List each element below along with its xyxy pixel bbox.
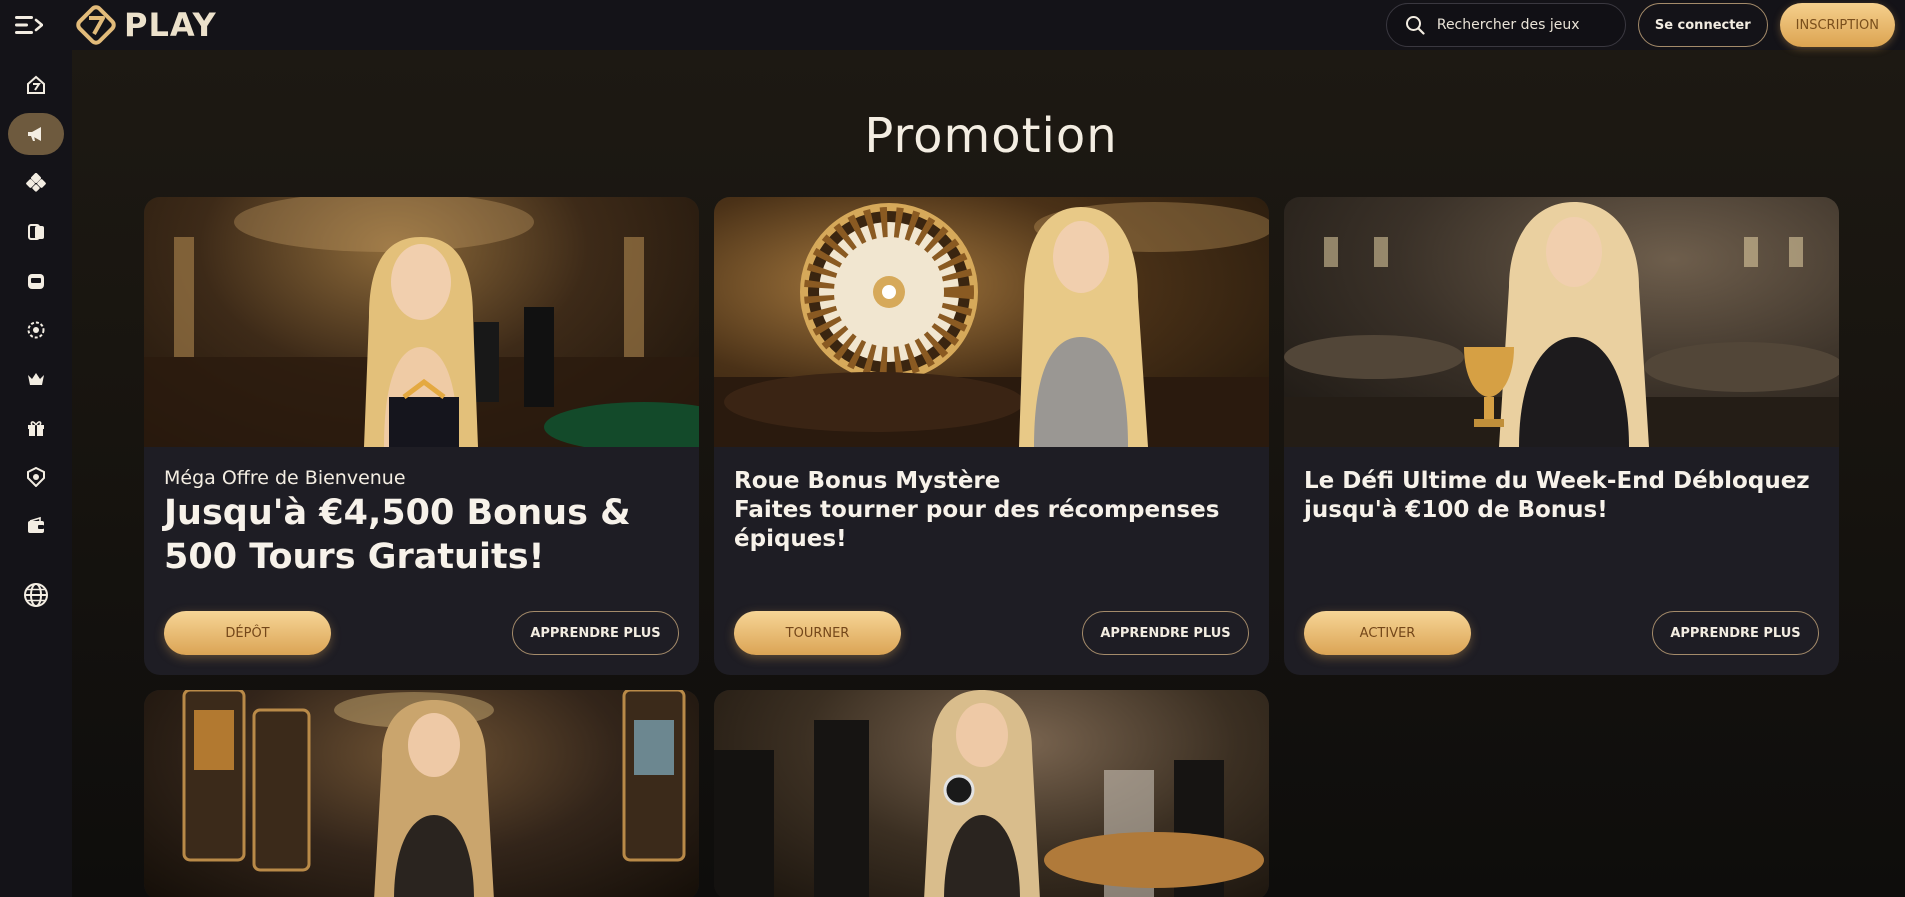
promo-body-welcome: Méga Offre de Bienvenue Jusqu'à €4,500 B… (144, 447, 699, 675)
search-input[interactable] (1436, 17, 1607, 33)
logo-text: PLAY (124, 6, 217, 44)
megaphone-icon (28, 127, 41, 141)
promo-headline-line: Faites tourner pour des récompenses (734, 497, 1220, 523)
promo-card-slots (144, 690, 699, 897)
slot-machine-icon (28, 274, 44, 289)
main-content: Promotion Méga Offre de Bienvenue Jusqu'… (72, 50, 1905, 897)
learn-more-button[interactable]: APPRENDRE PLUS (1082, 611, 1249, 655)
sidebar-item-wallet[interactable] (8, 505, 64, 547)
promo-image-slots (144, 690, 699, 897)
promo-body-bonus-wheel: Roue Bonus Mystère Faites tourner pour d… (714, 447, 1269, 675)
trophy-lounge-illustration (1284, 202, 1839, 447)
sidebar-item-casino[interactable] (8, 162, 64, 204)
vip-table-illustration (714, 690, 1264, 897)
promo-subtitle: Méga Offre de Bienvenue (164, 467, 406, 489)
activate-button[interactable]: ACTIVER (1304, 611, 1471, 655)
sidebar-item-slots[interactable] (8, 260, 64, 302)
learn-more-button[interactable]: APPRENDRE PLUS (1652, 611, 1819, 655)
promo-image-welcome (144, 197, 699, 447)
promo-image-bonus-wheel (714, 197, 1269, 447)
promo-card-bonus-wheel: Roue Bonus Mystère Faites tourner pour d… (714, 197, 1269, 675)
menu-toggle-button[interactable] (14, 10, 44, 40)
sidebar-item-cards[interactable] (8, 211, 64, 253)
promo-headline-line: Roue Bonus Mystère (734, 468, 1001, 494)
sidebar-item-vip[interactable] (8, 358, 64, 400)
promo-body-weekend: Le Défi Ultime du Week-End Débloquez jus… (1284, 447, 1839, 675)
deposit-button[interactable]: DÉPÔT (164, 611, 331, 655)
globe-icon (24, 583, 48, 607)
login-button[interactable]: Se connecter (1637, 3, 1768, 47)
sidebar-item-home[interactable] (8, 64, 64, 106)
promo-image-weekend (1284, 197, 1839, 447)
header-actions: Se connecter INSCRIPTION (1385, 3, 1895, 47)
home-icon (27, 75, 45, 94)
sidebar (0, 50, 72, 897)
casino-lounge-illustration (144, 197, 699, 447)
roulette-icon (27, 321, 45, 339)
search-box[interactable] (1385, 3, 1626, 47)
seven-logo-icon (76, 5, 116, 45)
search-icon (1405, 16, 1425, 35)
wallet-icon (28, 516, 44, 533)
language-selector[interactable] (8, 574, 64, 616)
bonus-wheel-illustration (714, 202, 1269, 447)
top-header: PLAY Se connecter INSCRIPTION (0, 0, 1905, 50)
sidebar-item-roulette[interactable] (8, 309, 64, 351)
promo-image-vip-table (714, 690, 1269, 897)
promo-headline-line: épiques! (734, 526, 847, 552)
sidebar-item-promotions[interactable] (8, 113, 64, 155)
learn-more-button[interactable]: APPRENDRE PLUS (512, 611, 679, 655)
sidebar-item-gifts[interactable] (8, 407, 64, 449)
menu-icon (15, 16, 43, 34)
slot-machines-illustration (182, 690, 686, 897)
promo-headline-line: 500 Tours Gratuits! (164, 537, 545, 577)
crown-icon (28, 373, 44, 385)
promo-card-weekend: Le Défi Ultime du Week-End Débloquez jus… (1284, 197, 1839, 675)
cards-icon (28, 224, 44, 240)
promo-card-welcome: Méga Offre de Bienvenue Jusqu'à €4,500 B… (144, 197, 699, 675)
page-title: Promotion (864, 108, 1118, 164)
site-logo[interactable]: PLAY (74, 3, 217, 47)
promo-headline-line: Jusqu'à €4,500 Bonus & (164, 493, 631, 533)
promo-headline-line: jusqu'à €100 de Bonus! (1304, 497, 1608, 523)
signup-button[interactable]: INSCRIPTION (1779, 3, 1895, 47)
vip-icon (27, 467, 45, 487)
spin-button[interactable]: TOURNER (734, 611, 901, 655)
promo-headline-line: Le Défi Ultime du Week-End Débloquez (1304, 468, 1810, 494)
dice-icon (26, 173, 46, 192)
promo-card-vip-table (714, 690, 1269, 897)
gift-icon (28, 421, 44, 436)
sidebar-item-loyalty[interactable] (8, 456, 64, 498)
